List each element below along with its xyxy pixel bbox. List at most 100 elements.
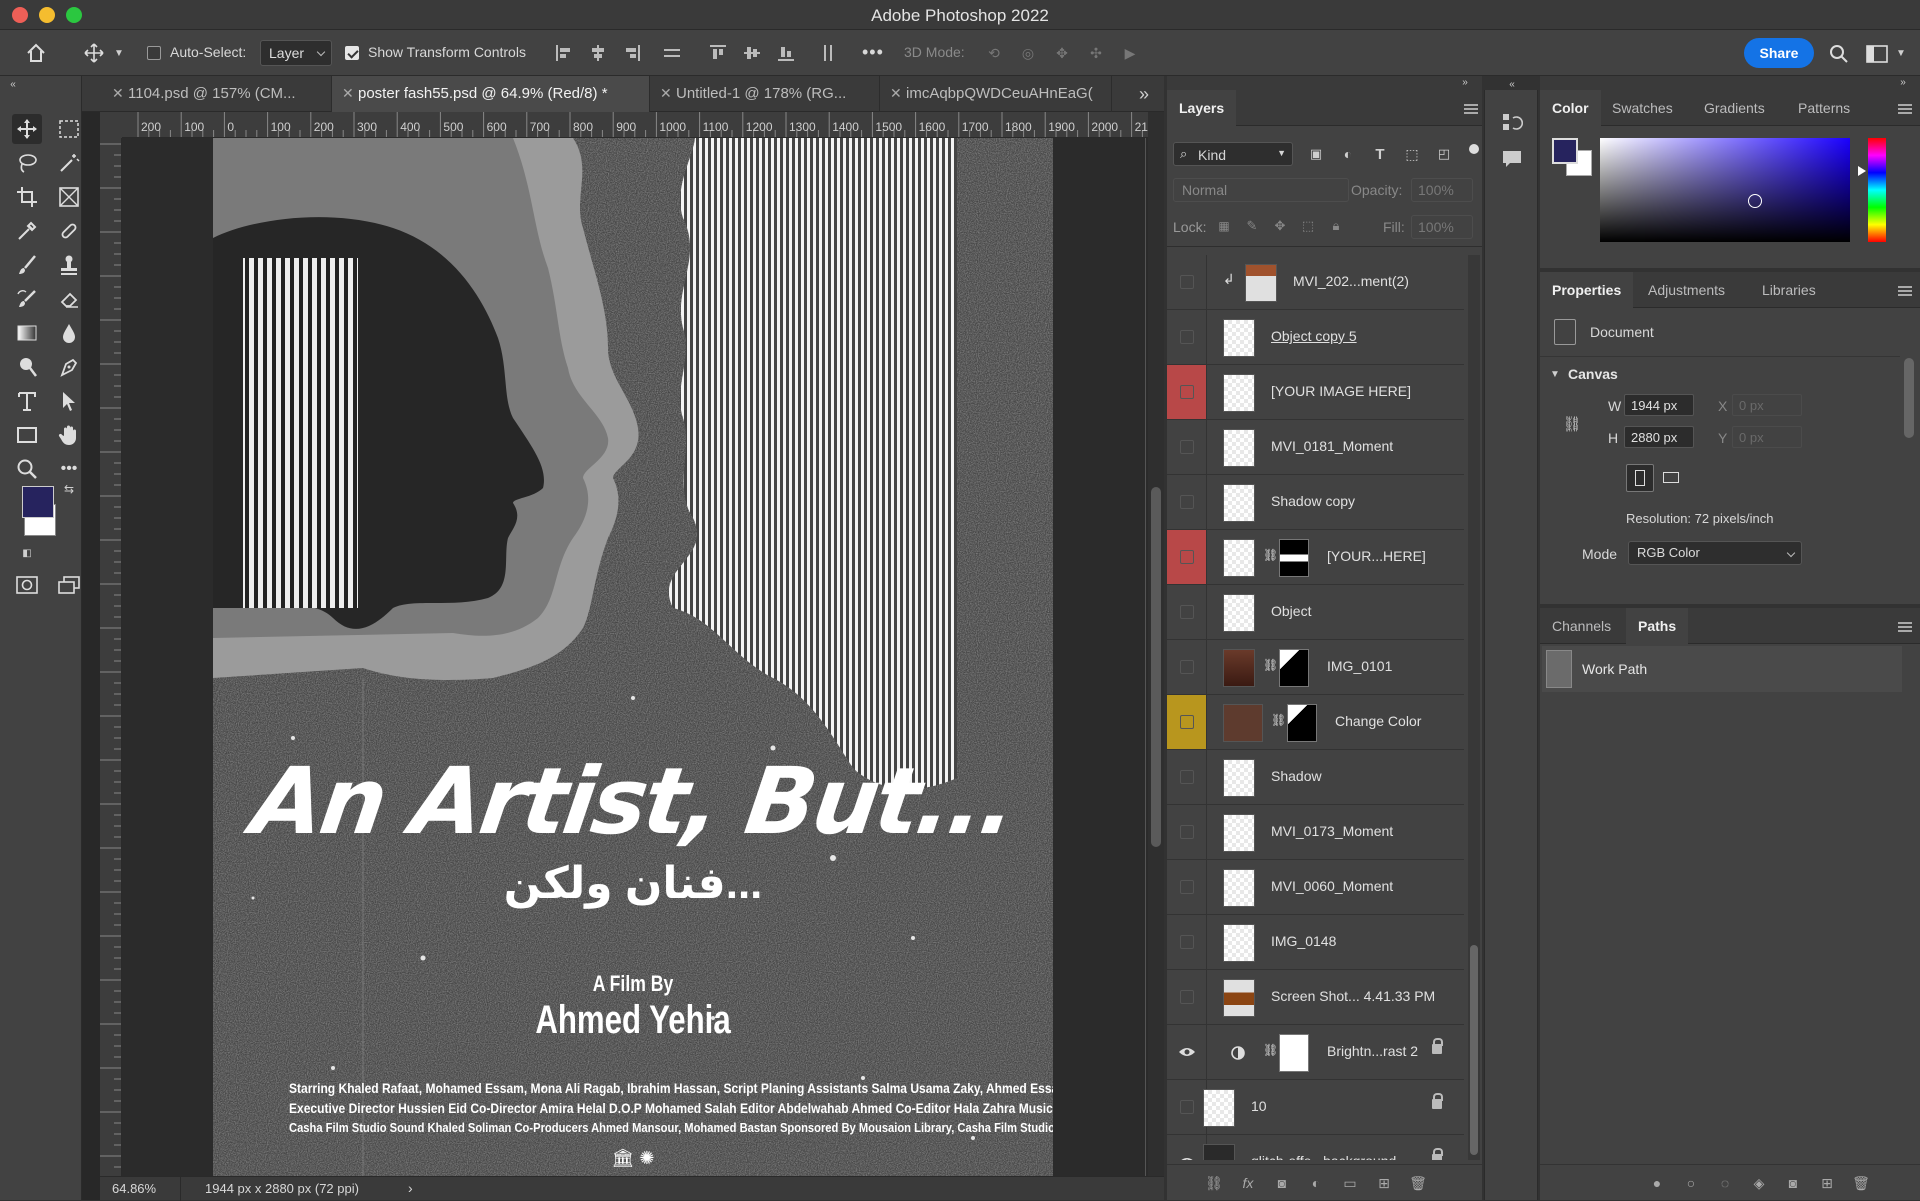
panel-menu-icon[interactable] xyxy=(1898,622,1912,632)
home-icon[interactable] xyxy=(22,39,50,67)
path-item-work-path[interactable]: Work Path xyxy=(1542,646,1902,692)
layer-row[interactable]: Object xyxy=(1167,585,1464,640)
layer-row[interactable]: IMG_0148 xyxy=(1167,915,1464,970)
vertical-scroll-thumb[interactable] xyxy=(1151,487,1161,847)
zoom-level[interactable]: 64.86% xyxy=(112,1181,156,1196)
lock-artboard-icon[interactable]: ⬚ xyxy=(1299,217,1317,235)
workspace-icon[interactable] xyxy=(1864,41,1890,67)
auto-select-checkbox[interactable] xyxy=(147,46,161,60)
lock-all-icon[interactable]: 🔒︎ xyxy=(1327,217,1345,235)
fill-field[interactable]: 100% xyxy=(1411,215,1473,239)
add-mask-icon[interactable]: ◙ xyxy=(1271,1173,1293,1193)
zoom-tool-button[interactable] xyxy=(12,454,42,484)
rectangle-tool-button[interactable] xyxy=(12,420,42,450)
close-icon[interactable]: ✕ xyxy=(112,85,124,102)
align-bottom-icon[interactable] xyxy=(774,41,798,65)
layer-row[interactable]: ⛓ [YOUR...HERE] xyxy=(1167,530,1464,585)
layer-row[interactable]: Shadow xyxy=(1167,750,1464,805)
layer-row[interactable]: [YOUR IMAGE HERE] xyxy=(1167,365,1464,420)
layer-visibility-toggle[interactable] xyxy=(1167,915,1207,969)
healing-brush-tool-button[interactable] xyxy=(54,216,84,246)
new-layer-icon[interactable]: ⊞ xyxy=(1373,1173,1395,1193)
canvas-chevron-icon[interactable]: ▼ xyxy=(1548,367,1562,381)
layer-visibility-toggle[interactable] xyxy=(1167,860,1207,914)
collapse-right-icon[interactable]: » xyxy=(1896,76,1910,88)
tab-libraries[interactable]: Libraries xyxy=(1750,272,1828,308)
align-middle-icon[interactable] xyxy=(740,41,764,65)
collapse-panel-icon[interactable]: » xyxy=(1458,76,1472,88)
3d-slide-icon[interactable]: ✣ xyxy=(1084,42,1108,64)
tab-1104[interactable]: ✕ 1104.psd @ 157% (CM... xyxy=(102,76,332,112)
distribute-icon[interactable] xyxy=(660,41,684,65)
delete-layer-icon[interactable]: 🗑︎ xyxy=(1407,1173,1429,1193)
layer-row[interactable]: ⛓ IMG_0101 xyxy=(1167,640,1464,695)
link-dimensions-icon[interactable]: ⛓ xyxy=(1562,412,1582,436)
layer-row[interactable]: MVI_0181_Moment xyxy=(1167,420,1464,475)
history-brush-tool-button[interactable] xyxy=(12,284,42,314)
layer-row[interactable]: ⛓ Change Color xyxy=(1167,695,1464,750)
tab-untitled-1[interactable]: ✕ Untitled-1 @ 178% (RG... xyxy=(650,76,880,112)
landscape-orientation-button[interactable] xyxy=(1658,464,1686,492)
layer-visibility-toggle[interactable] xyxy=(1167,255,1207,309)
layer-row[interactable]: ⛓ Brightn...rast 2 xyxy=(1167,1025,1464,1080)
stamp-tool-button[interactable] xyxy=(54,250,84,280)
tab-layers[interactable]: Layers xyxy=(1167,90,1237,126)
fx-icon[interactable]: fx xyxy=(1237,1173,1259,1193)
layers-scrollbar[interactable] xyxy=(1468,255,1480,1160)
layer-mask-thumbnail[interactable] xyxy=(1287,704,1317,742)
hue-slider-marker[interactable] xyxy=(1858,166,1866,176)
layer-visibility-toggle[interactable] xyxy=(1167,1025,1207,1079)
tab-paths[interactable]: Paths xyxy=(1626,608,1689,644)
opacity-field[interactable]: 100% xyxy=(1411,178,1473,202)
layer-visibility-toggle[interactable] xyxy=(1167,1135,1207,1160)
magic-wand-tool-button[interactable] xyxy=(54,148,84,178)
tab-color[interactable]: Color xyxy=(1540,90,1601,126)
align-center-icon[interactable] xyxy=(586,41,610,65)
close-icon[interactable]: ✕ xyxy=(342,85,354,102)
filter-pixel-icon[interactable]: ▣ xyxy=(1305,144,1327,164)
auto-select-dropdown[interactable]: Layer xyxy=(260,40,332,66)
new-group-icon[interactable]: ▭ xyxy=(1339,1173,1361,1193)
more-tabs-icon[interactable]: » xyxy=(1134,84,1154,104)
tab-properties[interactable]: Properties xyxy=(1540,272,1634,308)
close-icon[interactable]: ✕ xyxy=(660,85,672,102)
layer-mask-thumbnail[interactable] xyxy=(1279,539,1309,577)
filter-shape-icon[interactable]: ⬚ xyxy=(1401,144,1423,164)
color-picker-marker[interactable] xyxy=(1748,194,1762,208)
distribute-vertical-icon[interactable] xyxy=(816,41,840,65)
filter-toggle[interactable] xyxy=(1469,144,1479,154)
layer-visibility-toggle[interactable] xyxy=(1167,1080,1207,1134)
lock-pixels-icon[interactable]: ✎ xyxy=(1243,217,1261,235)
marquee-tool-button[interactable] xyxy=(54,114,84,144)
layer-row[interactable]: Screen Shot... 4.41.33 PM xyxy=(1167,970,1464,1025)
close-icon[interactable]: ✕ xyxy=(890,85,902,102)
fill-path-icon[interactable]: ● xyxy=(1646,1173,1668,1193)
pen-tool-button[interactable] xyxy=(54,352,84,382)
lock-position-icon[interactable]: ✥ xyxy=(1271,217,1289,235)
align-left-icon[interactable] xyxy=(552,41,576,65)
expand-panels-icon[interactable]: « xyxy=(1505,78,1519,90)
blur-tool-button[interactable] xyxy=(54,318,84,348)
comments-panel-icon[interactable] xyxy=(1497,144,1527,174)
3d-pan-icon[interactable]: ✥ xyxy=(1050,42,1074,64)
tab-poster-fash55[interactable]: ✕ poster fash55.psd @ 64.9% (Red/8) * xyxy=(332,76,650,112)
show-transform-checkbox[interactable] xyxy=(345,46,359,60)
delete-path-icon[interactable]: 🗑︎ xyxy=(1850,1173,1872,1193)
y-field[interactable]: 0 px xyxy=(1732,426,1802,448)
hand-tool-button[interactable] xyxy=(54,420,84,450)
canvas[interactable]: An Artist, But... فنان ولكن... A Film By… xyxy=(122,138,1148,1176)
3d-orbit-icon[interactable]: ⟲ xyxy=(982,42,1006,64)
x-field[interactable]: 0 px xyxy=(1732,394,1802,416)
eyedropper-tool-button[interactable] xyxy=(12,216,42,246)
panel-menu-icon[interactable] xyxy=(1898,104,1912,114)
layer-row[interactable]: MVI_0060_Moment xyxy=(1167,860,1464,915)
layer-visibility-toggle[interactable] xyxy=(1167,475,1207,529)
mask-link-icon[interactable]: ⛓ xyxy=(1263,548,1278,562)
filter-smart-object-icon[interactable]: ◰ xyxy=(1433,144,1455,164)
height-field[interactable]: 2880 px xyxy=(1624,426,1694,448)
new-path-icon[interactable]: ⊞ xyxy=(1816,1173,1838,1193)
share-button[interactable]: Share xyxy=(1744,38,1814,68)
more-tools-button[interactable]: ••• xyxy=(54,454,84,484)
tab-swatches[interactable]: Swatches xyxy=(1600,90,1685,126)
chevron-down-icon[interactable]: ▼ xyxy=(112,44,126,62)
